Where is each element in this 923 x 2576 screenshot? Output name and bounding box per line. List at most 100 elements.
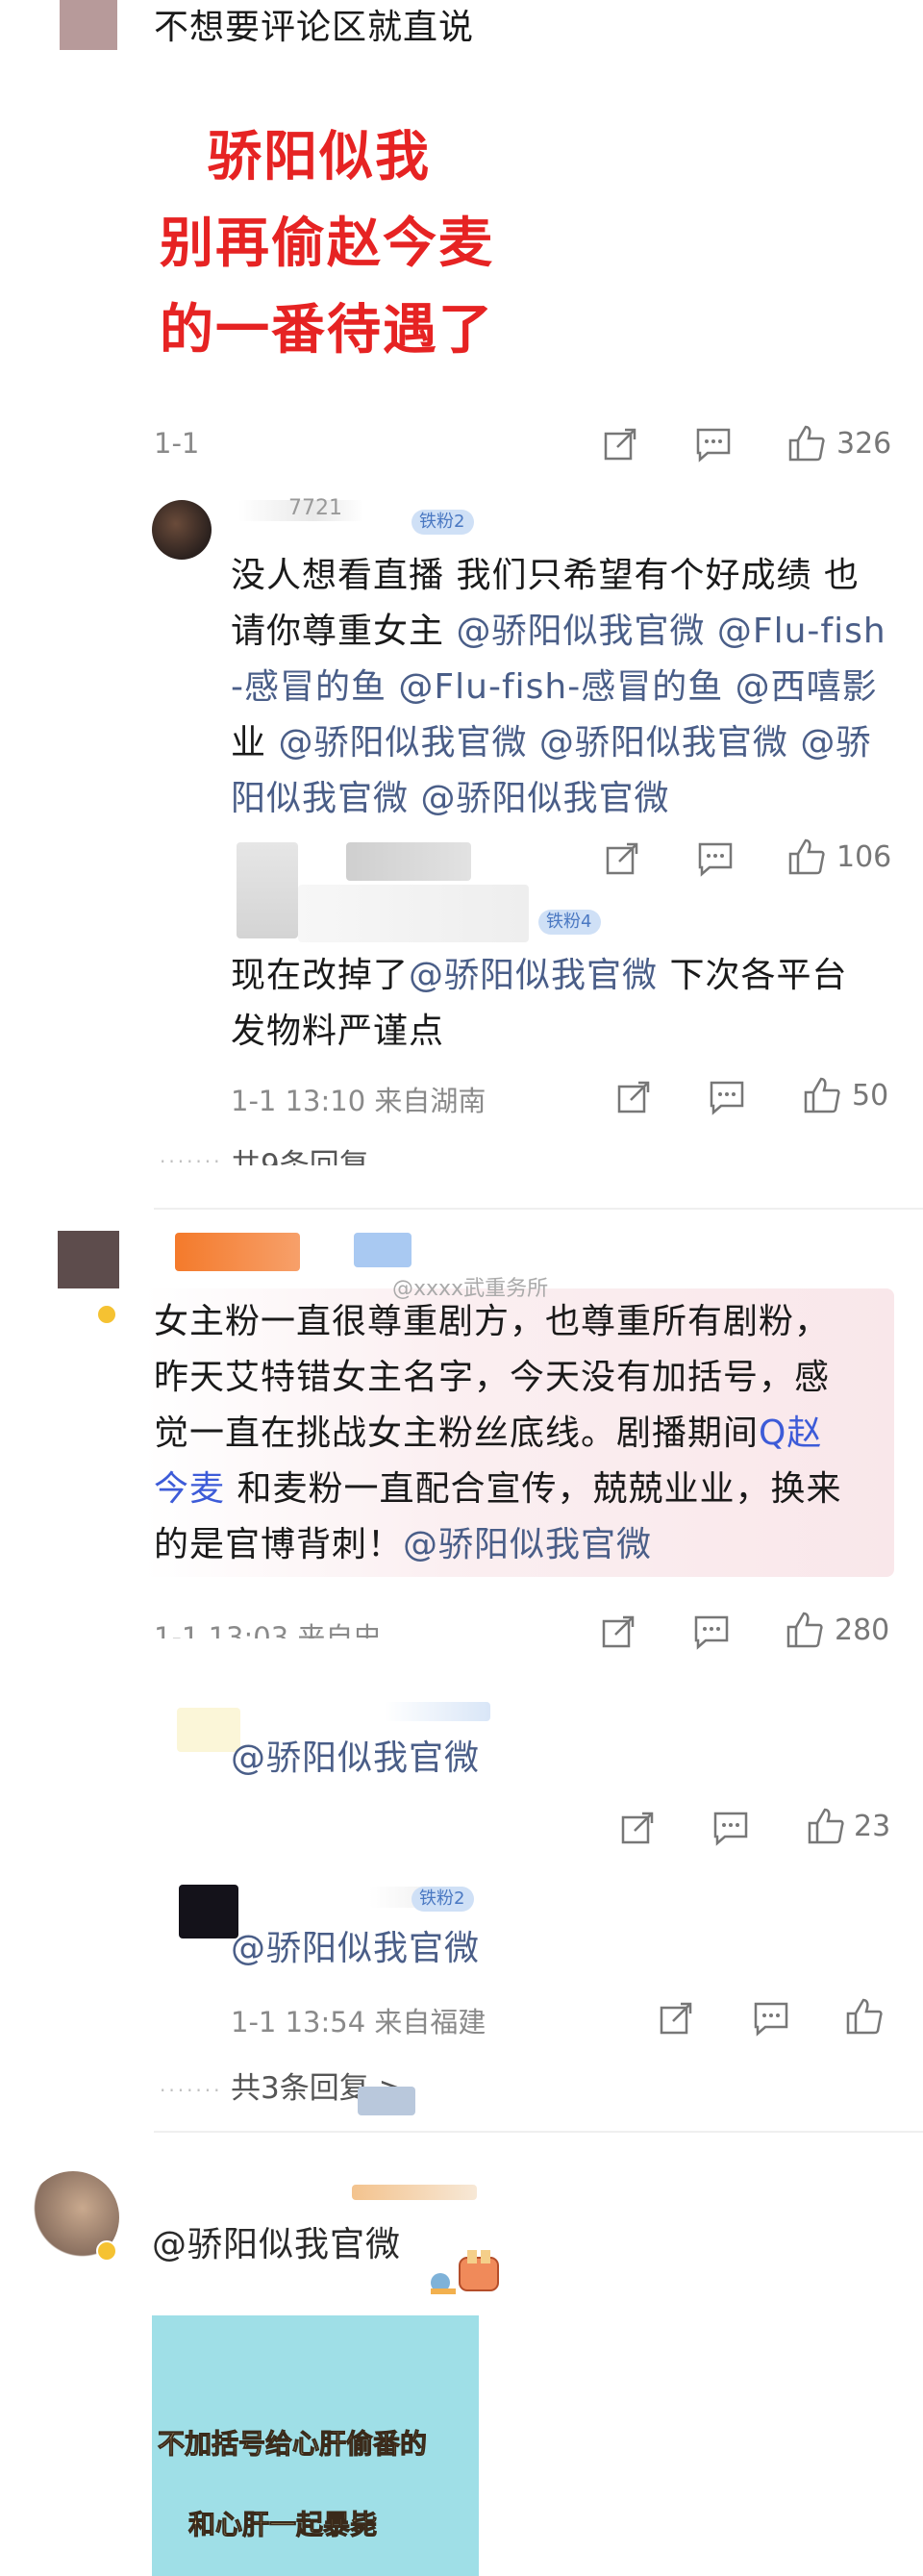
image-caption-line: 骄阳似我 [208, 126, 431, 188]
mention-link[interactable]: @骄阳似我官微 [231, 1921, 480, 1977]
reply-time: 1-1 13:54 来自福建 [231, 2006, 486, 2038]
mention-link[interactable]: @骄阳似我官微 @Flu-fish [456, 612, 886, 651]
thumbs-up-icon [788, 838, 825, 875]
comment-text-line: 女主粉一直很尊重剧方，也尊重所有剧粉， [154, 1302, 831, 1341]
toaster-sticker-icon [427, 2244, 504, 2298]
like-count: 50 [852, 1078, 889, 1113]
like-button[interactable]: 23 [806, 1806, 890, 1846]
thumbs-up-icon [846, 1998, 883, 2035]
reply-text-line: 请你尊重女主 @骄阳似我官微 @Flu-fish [231, 604, 886, 660]
avatar-blurred[interactable] [179, 1885, 238, 1938]
share-icon [604, 428, 636, 461]
image-caption-line: 别再偷赵今麦 [160, 213, 494, 275]
like-button[interactable]: 280 [785, 1610, 889, 1650]
share-button[interactable] [615, 1079, 652, 1115]
username-blurred [175, 1233, 300, 1271]
text-segment: 业 [231, 723, 279, 763]
text-segment: 现在改掉了 [231, 956, 410, 995]
comment-icon [696, 428, 731, 463]
share-icon [621, 1812, 654, 1844]
vip-badge-icon [96, 2240, 117, 2262]
badge-label: 铁粉2 [419, 512, 465, 532]
mention-link[interactable]: @骄阳似我官微 [152, 2217, 401, 2273]
fan-badge: 铁粉2 [412, 510, 475, 535]
like-count: 326 [836, 426, 892, 461]
comment-button[interactable] [694, 426, 733, 463]
avatar[interactable] [152, 500, 212, 560]
topic-link[interactable]: 今麦 [154, 1469, 225, 1509]
share-button[interactable] [604, 840, 640, 877]
comment-text-line: 昨天艾特错女主名字，今天没有加括号，感 [154, 1358, 831, 1397]
thumbs-up-icon [808, 1808, 844, 1844]
share-button[interactable] [602, 426, 638, 463]
mention-link[interactable]: @骄阳似我官微 [409, 956, 658, 995]
share-button[interactable] [619, 1810, 656, 1846]
text-segment: 请你尊重女主 [231, 612, 457, 651]
share-button[interactable] [600, 1613, 636, 1650]
fan-badge: 铁粉4 [538, 910, 602, 935]
share-icon [660, 2002, 692, 2035]
text-segment: 的是官博背刺！ [154, 1525, 404, 1564]
comment-icon [713, 1812, 748, 1846]
mention-link[interactable]: @骄阳似我官微 [231, 1731, 480, 1787]
image-caption-line: 不加括号给心肝偷番的 [157, 2428, 428, 2461]
divider [154, 1208, 923, 1210]
view-replies-link[interactable]: 共9条回复 [231, 1140, 369, 1165]
avatar-blurred[interactable] [237, 842, 298, 938]
divider [154, 2131, 923, 2133]
like-count: 23 [854, 1809, 891, 1843]
share-icon [617, 1081, 650, 1113]
comment-text-line: 今麦 和麦粉一直配合宣传，兢兢业业，换来 [154, 1462, 841, 1517]
like-button[interactable]: 106 [786, 837, 891, 877]
username-partial: 7721 [288, 496, 342, 520]
more-dots: ······· [160, 2079, 223, 2102]
thumbs-up-icon [804, 1077, 840, 1113]
comment-icon [698, 842, 733, 877]
overlay-blurred [358, 2087, 415, 2115]
comment-icon [694, 1615, 729, 1650]
comment-icon [754, 2002, 788, 2037]
mention-link[interactable]: @骄阳似我官微 @骄阳似我官微 @骄 [278, 723, 871, 763]
fan-badge: 铁粉2 [412, 1887, 475, 1912]
avatar[interactable] [60, 0, 117, 50]
share-icon [602, 1615, 635, 1648]
comment-button[interactable] [711, 1810, 750, 1846]
text-segment: 觉一直在挑战女主粉丝底线。剧播期间 [154, 1413, 760, 1453]
comment-button[interactable] [696, 840, 735, 877]
mention-link[interactable]: -感冒的鱼 @Flu-fish-感冒的鱼 @西嘻影 [231, 660, 878, 715]
comment-button[interactable] [692, 1613, 731, 1650]
text-segment: 和麦粉一直配合宣传，兢兢业业，换来 [225, 1469, 842, 1509]
thumbs-up-icon [788, 425, 825, 462]
text-segment: 下次各平台 [658, 956, 848, 995]
like-button[interactable]: 326 [786, 423, 891, 463]
vip-badge-icon [96, 1304, 117, 1325]
like-count: 106 [836, 839, 892, 874]
share-icon [606, 842, 638, 875]
reply-text-line: 现在改掉了@骄阳似我官微 下次各平台 [231, 948, 847, 1004]
badge-label: 铁粉2 [419, 1888, 465, 1909]
comment-icon [710, 1081, 744, 1115]
reply-text-line: 没人想看直播 我们只希望有个好成绩 也 [231, 556, 860, 595]
image-caption-line: 的一番待遇了 [160, 299, 494, 362]
username-blurred [346, 842, 471, 881]
comment-image[interactable]: 骄阳似我 别再偷赵今麦 的一番待遇了 [154, 96, 500, 375]
reply-text-line: 业 @骄阳似我官微 @骄阳似我官微 @骄 [231, 715, 871, 771]
comment-button[interactable] [752, 2000, 790, 2037]
mention-link[interactable]: 阳似我官微 @骄阳似我官微 [231, 771, 669, 827]
topic-link[interactable]: Q赵 [759, 1413, 822, 1453]
comment-text-line: 觉一直在挑战女主粉丝底线。剧播期间Q赵 [154, 1406, 822, 1462]
more-dots: ······· [160, 1150, 223, 1173]
thumbs-up-icon [786, 1612, 823, 1648]
username-blurred [298, 885, 529, 942]
comment-text: 不想要评论区就直说 [154, 8, 475, 47]
comment-text-line: 的是官博背刺！@骄阳似我官微 [154, 1517, 652, 1573]
like-button[interactable] [844, 1996, 885, 2037]
username-blurred [385, 1702, 490, 1721]
mention-link[interactable]: @骄阳似我官微 [403, 1525, 652, 1564]
badge-label: 铁粉4 [546, 912, 592, 932]
comment-image[interactable]: 不加括号给心肝偷番的 和心肝一起暴毙 [152, 2315, 479, 2576]
comment-button[interactable] [708, 1079, 746, 1115]
image-caption-line: 和心肝一起暴毙 [187, 2509, 378, 2541]
share-button[interactable] [658, 2000, 694, 2037]
like-button[interactable]: 50 [802, 1075, 888, 1115]
